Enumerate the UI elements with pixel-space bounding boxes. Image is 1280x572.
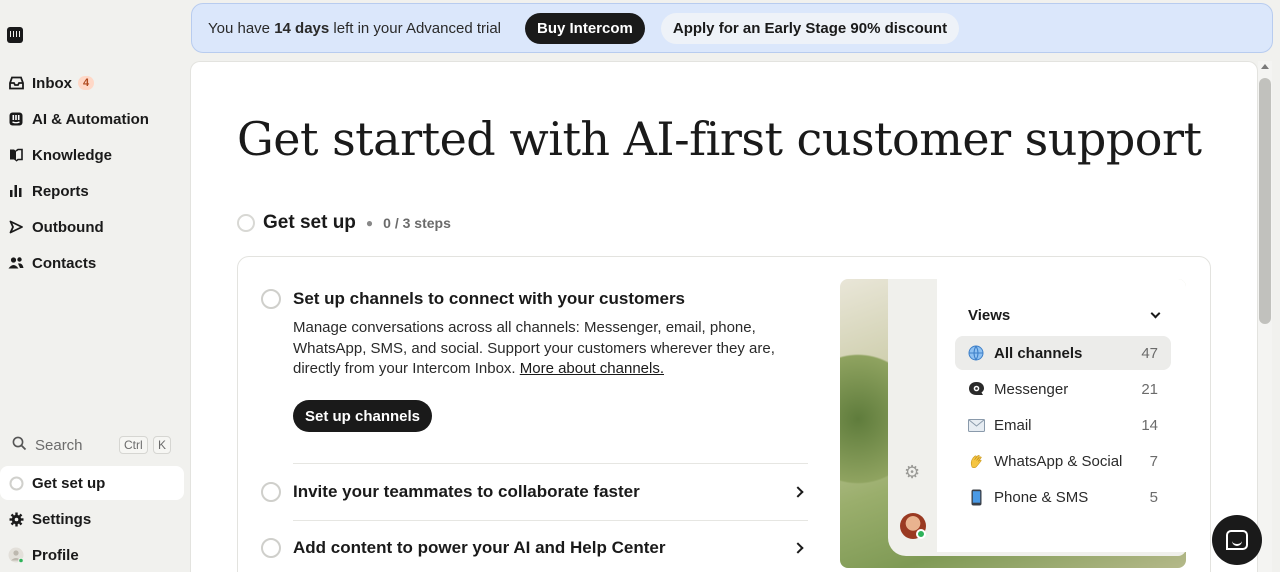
preview-row-phone-sms: Phone & SMS 5 [955,480,1171,514]
separator-dot: ● [365,216,374,230]
divider [293,463,808,464]
set-up-channels-button[interactable]: Set up channels [293,400,433,432]
scroll-up-arrow-icon[interactable] [1261,64,1269,69]
step-title-channels[interactable]: Set up channels to connect with your cus… [293,289,685,309]
chat-bubble-icon [1226,530,1248,550]
globe-icon [967,345,985,361]
search-icon [12,436,27,455]
shortcut-ctrl-key: Ctrl [119,436,148,454]
sidebar-item-label: AI & Automation [32,110,149,128]
preview-row-messenger: Messenger 21 [955,372,1171,406]
sidebar-item-label: Profile [32,546,79,564]
preview-row-email: Email 14 [955,408,1171,442]
messenger-icon [967,381,985,397]
step-checkbox-icon[interactable] [261,482,281,502]
scrollbar-thumb[interactable] [1259,78,1271,324]
setup-header[interactable]: Get set up ● 0 / 3 steps [237,212,451,234]
preview-row-all-channels: All channels 47 [955,336,1171,370]
trial-banner: You have 14 days left in your Advanced t… [191,3,1273,53]
send-icon [8,219,24,235]
inbox-icon [8,75,24,91]
sidebar-item-knowledge[interactable]: Knowledge [0,138,190,172]
step-checkbox-icon[interactable] [261,289,281,309]
step-title-invite-teammates[interactable]: Invite your teammates to collaborate fas… [293,482,640,502]
more-about-channels-link[interactable]: More about channels. [520,360,664,377]
preview-row-whatsapp-social: WhatsApp & Social 7 [955,444,1171,478]
sidebar-item-contacts[interactable]: Contacts [0,246,190,280]
gear-icon [8,511,24,527]
book-icon [8,147,24,163]
sidebar-item-label: Knowledge [32,146,113,164]
sidebar-item-get-set-up[interactable]: Get set up [0,466,184,500]
sidebar-item-ai-automation[interactable]: AI & Automation [0,102,190,136]
step-checkbox-icon[interactable] [261,538,281,558]
sidebar: Inbox 4 AI & Automation Knowledge Report… [0,0,190,572]
bar-chart-icon [8,183,24,199]
phone-icon [967,489,985,506]
wave-icon [967,453,985,470]
divider [293,520,808,521]
sidebar-item-settings[interactable]: Settings [0,502,190,536]
preview-gear-icon: ⚙ [904,462,921,482]
sidebar-item-profile[interactable]: Profile [0,538,190,572]
progress-circle-icon [8,475,24,491]
messenger-launcher-button[interactable] [1212,515,1262,565]
page-title: Get started with AI-first customer suppo… [237,112,1202,166]
ai-icon [8,111,24,127]
sidebar-item-label: Reports [32,182,89,200]
sidebar-item-reports[interactable]: Reports [0,174,190,208]
trial-text: You have 14 days left in your Advanced t… [208,19,501,37]
online-status-dot [916,529,926,539]
sidebar-item-label: Settings [32,510,92,528]
setup-steps-count: 0 / 3 steps [383,215,451,231]
sidebar-item-label: Outbound [32,218,104,236]
shortcut-k-key: K [153,436,172,454]
sidebar-item-outbound[interactable]: Outbound [0,210,190,244]
early-stage-discount-button[interactable]: Apply for an Early Stage 90% discount [660,12,960,44]
people-icon [8,255,24,271]
sidebar-item-label: Inbox [32,74,72,92]
sidebar-item-inbox[interactable]: Inbox 4 [0,66,190,100]
step-description-channels: Manage conversations across all channels… [293,319,775,377]
setup-progress-icon [237,214,255,232]
buy-intercom-button[interactable]: Buy Intercom [525,12,645,44]
sidebar-item-label: Contacts [32,254,97,272]
email-icon [967,418,985,432]
sidebar-item-label: Get set up [32,474,106,492]
trial-days: 14 days [274,19,330,37]
setup-title: Get set up [263,212,356,233]
inbox-count-badge: 4 [78,76,95,90]
preview-views-label: Views [968,307,1011,324]
avatar-icon [8,547,24,563]
intercom-logo-icon[interactable] [7,27,23,43]
search-label: Search [35,436,83,454]
step-title-add-content[interactable]: Add content to power your AI and Help Ce… [293,538,665,558]
